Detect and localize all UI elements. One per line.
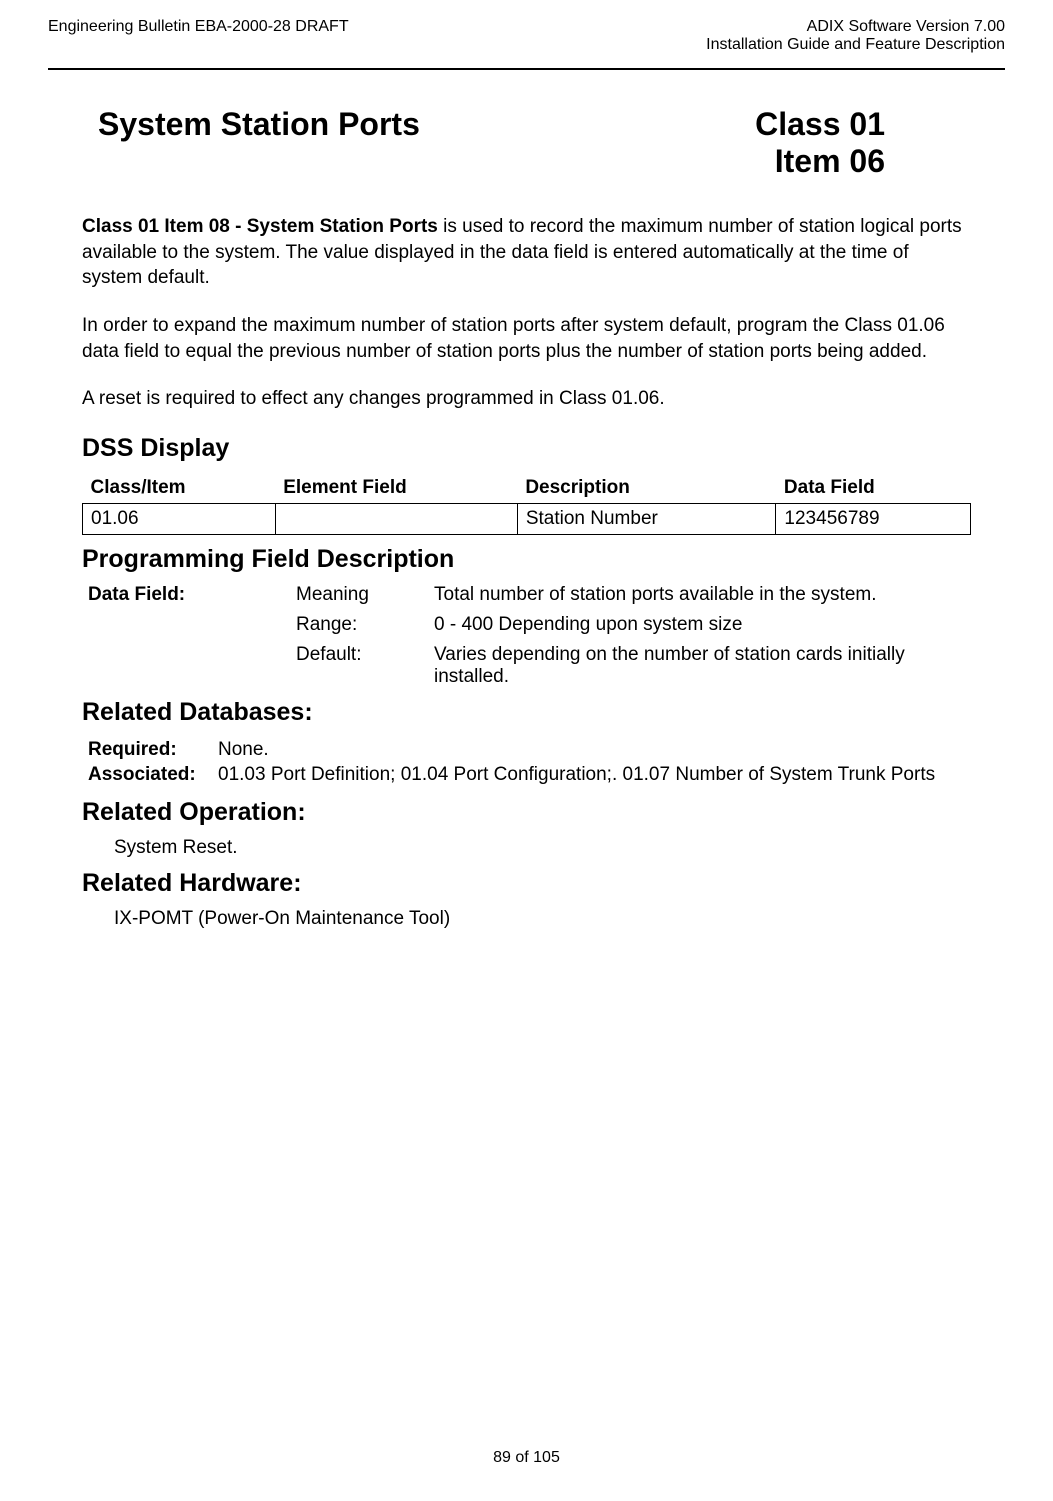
pf-meaning-label: Meaning	[296, 584, 426, 606]
dss-td-classitem: 01.06	[83, 503, 276, 534]
pf-default-value: Varies depending on the number of statio…	[434, 644, 971, 688]
related-hardware-text: IX-POMT (Power-On Maintenance Tool)	[82, 908, 971, 930]
related-operation-text: System Reset.	[82, 837, 971, 859]
page-header: Engineering Bulletin EBA-2000-28 DRAFT A…	[48, 18, 1005, 54]
related-databases-table: Required: None. Associated: 01.03 Port D…	[82, 737, 971, 788]
header-rule	[48, 68, 1005, 70]
page-title-left: System Station Ports	[82, 106, 420, 143]
section-dss-display: DSS Display	[82, 434, 971, 463]
dss-th-description: Description	[517, 473, 776, 504]
dss-th-classitem: Class/Item	[83, 473, 276, 504]
rd-associated-value: 01.03 Port Definition; 01.04 Port Config…	[218, 762, 971, 788]
rd-required-value: None.	[218, 737, 971, 763]
dss-th-datafield: Data Field	[776, 473, 971, 504]
rd-required-label: Required:	[88, 737, 208, 763]
pf-range-label: Range:	[296, 614, 426, 636]
section-programming-field: Programming Field Description	[82, 545, 971, 574]
header-left: Engineering Bulletin EBA-2000-28 DRAFT	[48, 18, 349, 54]
programming-field-table: Data Field: Meaning Total number of stat…	[82, 584, 971, 688]
title-row: System Station Ports Class 01 Item 06	[82, 106, 971, 180]
title-item: Item 06	[755, 143, 885, 180]
section-related-operation: Related Operation:	[82, 798, 971, 827]
section-related-hardware: Related Hardware:	[82, 869, 971, 898]
dss-table: Class/Item Element Field Description Dat…	[82, 473, 971, 535]
table-header-row: Class/Item Element Field Description Dat…	[83, 473, 971, 504]
header-right-line2: Installation Guide and Feature Descripti…	[706, 36, 1005, 54]
page-footer: 89 of 105	[0, 1449, 1053, 1467]
content-area: System Station Ports Class 01 Item 06 Cl…	[48, 106, 1005, 930]
body-text: Class 01 Item 08 - System Station Ports …	[82, 214, 971, 412]
page-title-right: Class 01 Item 06	[755, 106, 971, 180]
section-related-databases: Related Databases:	[82, 698, 971, 727]
title-class: Class 01	[755, 106, 885, 143]
dss-td-datafield: 123456789	[776, 503, 971, 534]
pf-meaning-value: Total number of station ports available …	[434, 584, 971, 606]
dss-td-element	[275, 503, 517, 534]
dss-th-element: Element Field	[275, 473, 517, 504]
paragraph-2: In order to expand the maximum number of…	[82, 313, 971, 364]
table-row: 01.06 Station Number 123456789	[83, 503, 971, 534]
pf-range-value: 0 - 400 Depending upon system size	[434, 614, 971, 636]
pf-default-label: Default:	[296, 644, 426, 688]
paragraph-3: A reset is required to effect any change…	[82, 386, 971, 412]
rd-associated-label: Associated:	[88, 762, 208, 788]
header-right-line1: ADIX Software Version 7.00	[706, 18, 1005, 36]
paragraph-1: Class 01 Item 08 - System Station Ports …	[82, 214, 971, 291]
paragraph-1-bold: Class 01 Item 08 - System Station Ports	[82, 216, 438, 237]
header-right: ADIX Software Version 7.00 Installation …	[706, 18, 1005, 54]
dss-td-description: Station Number	[517, 503, 776, 534]
pf-data-field-label: Data Field:	[88, 584, 288, 606]
